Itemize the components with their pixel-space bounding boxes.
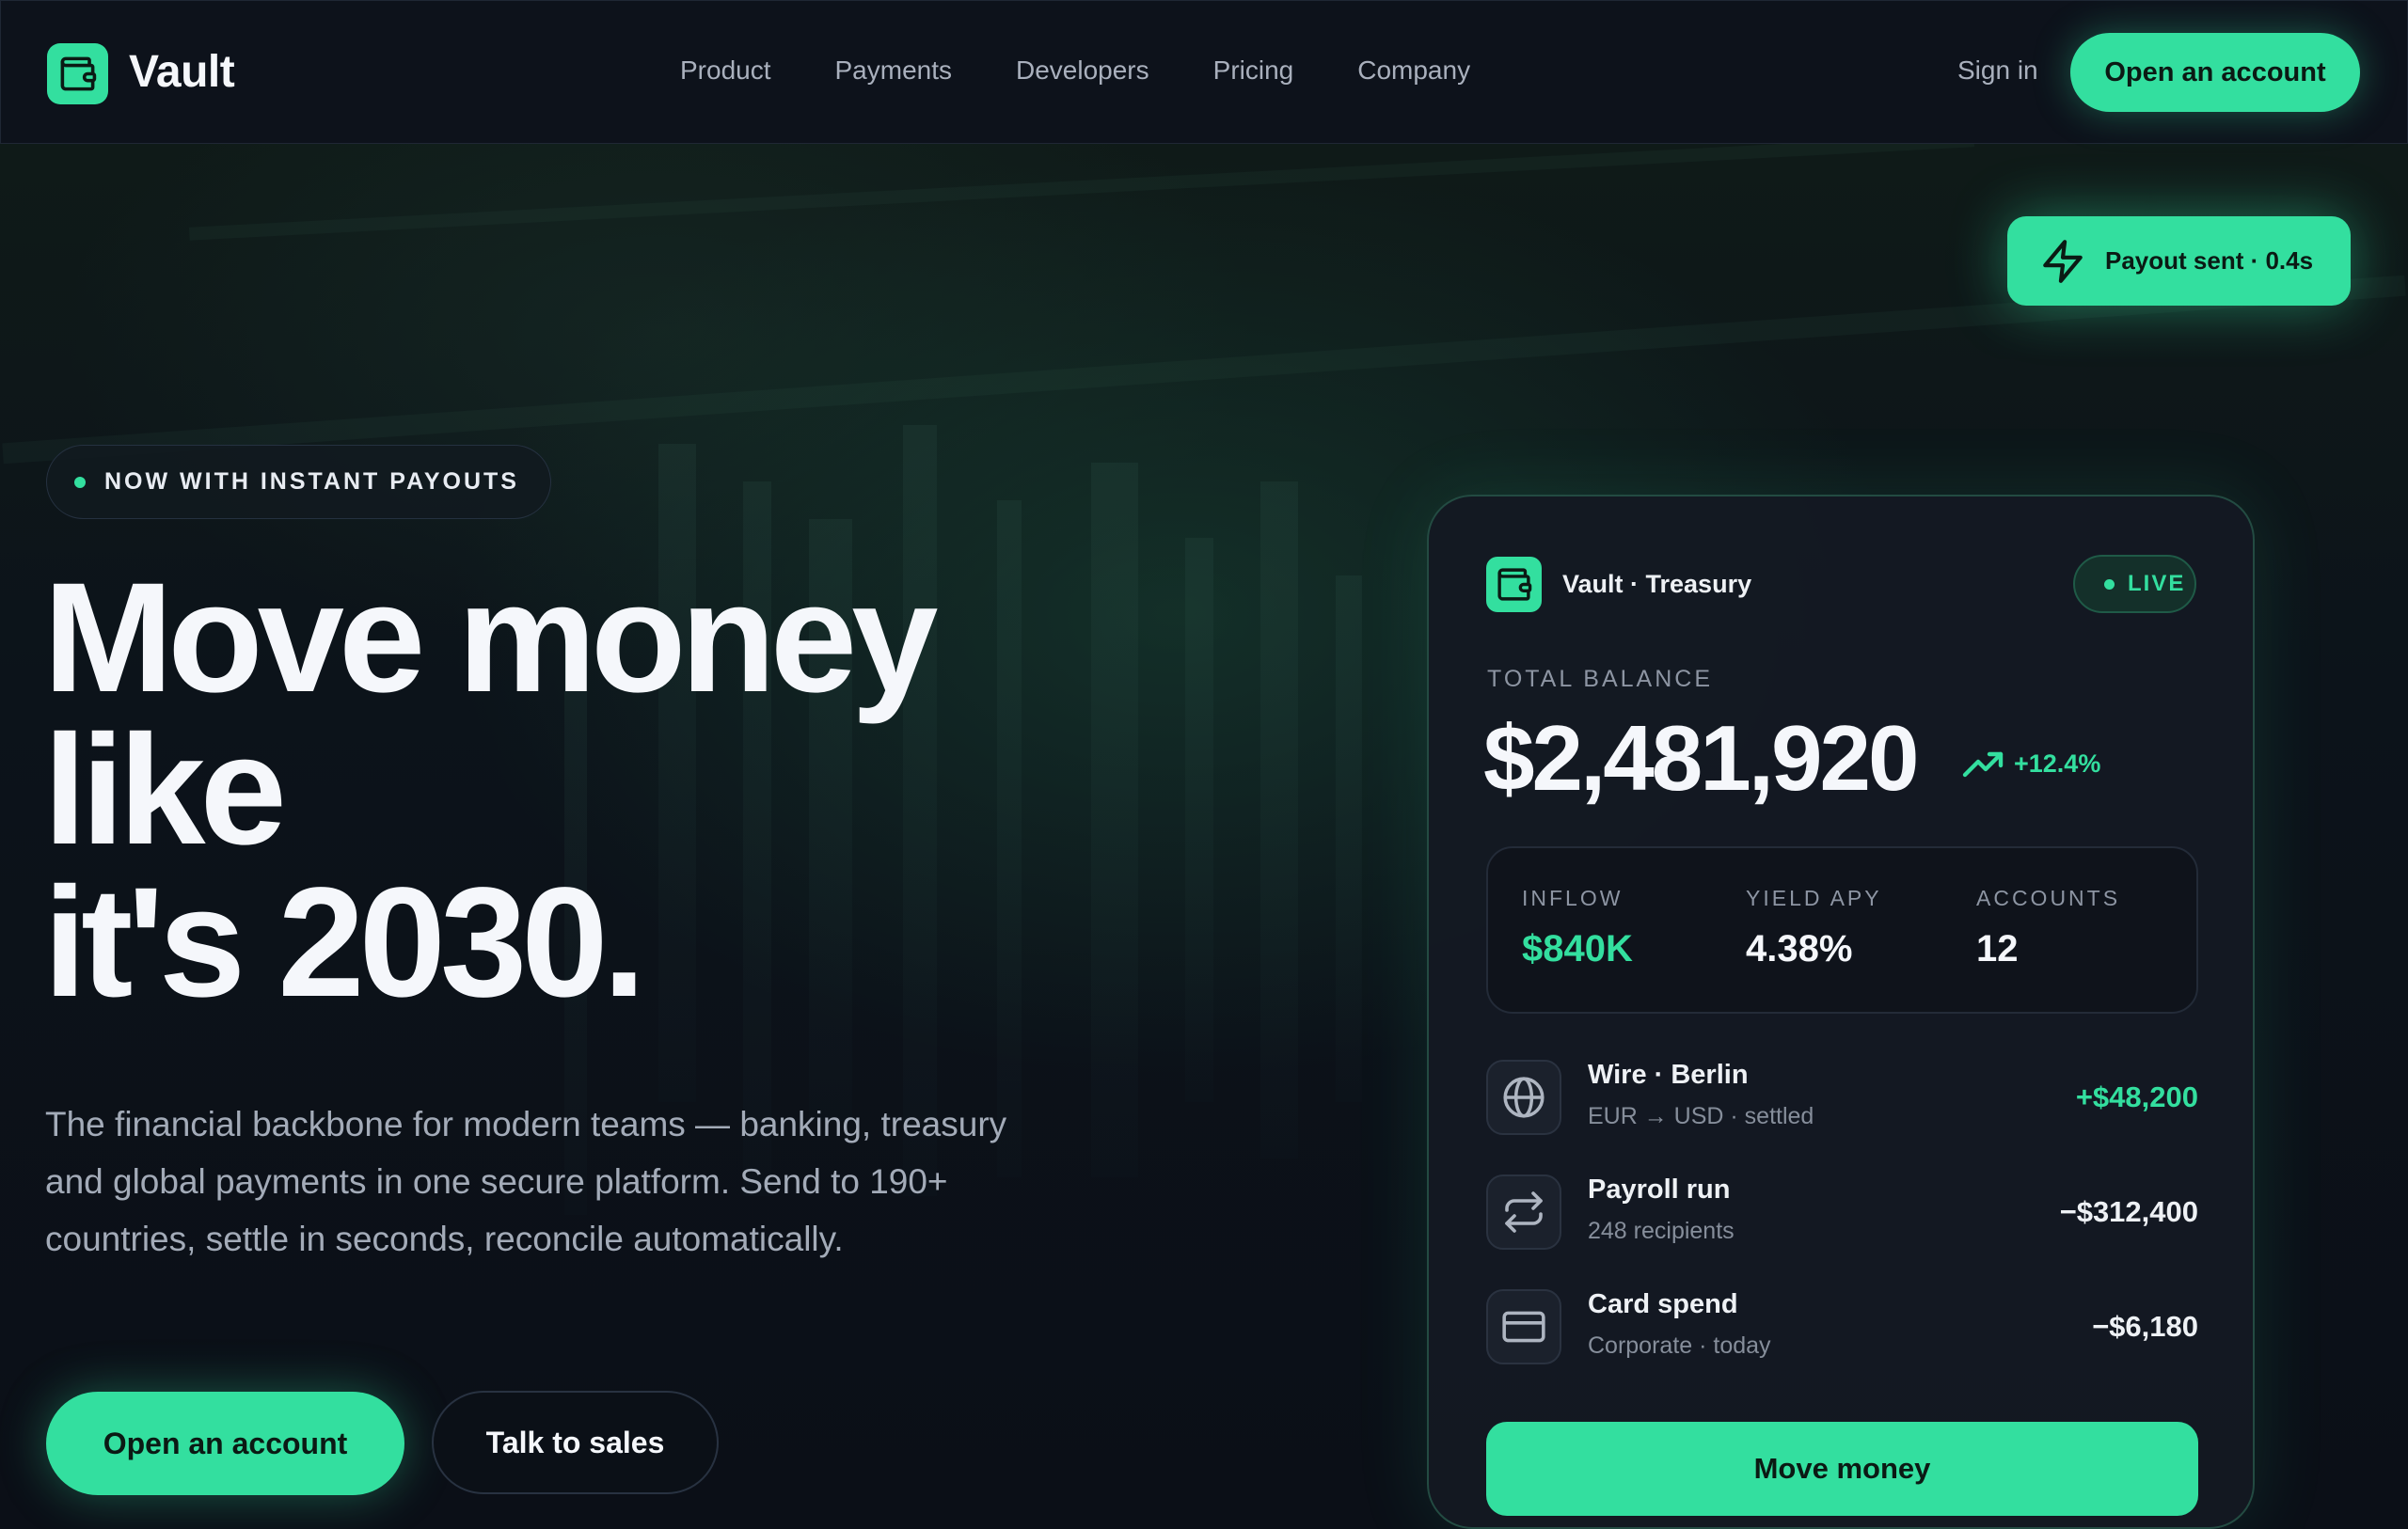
headline-line: Move money <box>43 551 938 725</box>
wallet-logo-icon[interactable] <box>47 43 108 104</box>
transaction-amount: +$48,200 <box>2075 1080 2198 1113</box>
sign-in-link[interactable]: Sign in <box>1957 55 2038 86</box>
stat-label: YIELD APY <box>1746 886 1882 910</box>
stat-yield: YIELD APY 4.38% <box>1746 886 1882 970</box>
card-title: Vault · Treasury <box>1562 570 1752 598</box>
open-account-button[interactable]: Open an account <box>46 1392 404 1495</box>
open-account-nav-button[interactable]: Open an account <box>2070 33 2360 112</box>
talk-to-sales-button[interactable]: Talk to sales <box>432 1391 719 1494</box>
toast-label: Payout sent · 0.4s <box>2105 246 2314 275</box>
nav-link-company[interactable]: Company <box>1357 55 1470 86</box>
headline-line: it's 2030. <box>43 856 646 1030</box>
transaction-meta: Corporate · today <box>1588 1332 1771 1359</box>
transaction-meta: EUR → USD · settled <box>1588 1103 1814 1129</box>
transaction-name: Payroll run <box>1588 1174 1731 1205</box>
stats-panel: INFLOW $840K YIELD APY 4.38% ACCOUNTS 12 <box>1486 846 2198 1014</box>
transaction-amount: −$312,400 <box>2059 1195 2198 1228</box>
transaction-name: Wire · Berlin <box>1588 1060 1749 1090</box>
nav-link-product[interactable]: Product <box>680 55 771 86</box>
brand-name[interactable]: Vault <box>129 46 235 98</box>
live-dot-icon <box>2104 578 2115 590</box>
trending-up-icon <box>1962 751 2004 778</box>
hero-subtitle: The financial backbone for modern teams … <box>45 1105 1007 1258</box>
balance-label: TOTAL BALANCE <box>1487 666 1713 692</box>
stat-label: INFLOW <box>1522 886 1624 910</box>
transaction-meta: 248 recipients <box>1588 1218 1735 1244</box>
stat-label: ACCOUNTS <box>1976 886 2121 910</box>
treasury-card: Vault · Treasury LIVE TOTAL BALANCE $2,4… <box>1427 495 2255 1529</box>
nav-links: Product Payments Developers Pricing Comp… <box>680 55 1470 86</box>
swap-icon <box>1486 1174 1561 1250</box>
nav-link-pricing[interactable]: Pricing <box>1213 55 1294 86</box>
transaction-name: Card spend <box>1588 1289 1738 1319</box>
total-balance: $2,481,920 <box>1483 706 1919 810</box>
stat-value: 12 <box>1976 928 2019 969</box>
bolt-icon <box>2043 239 2083 283</box>
top-nav: Vault Product Payments Developers Pricin… <box>0 0 2408 144</box>
nav-link-developers[interactable]: Developers <box>1016 55 1149 86</box>
hero-headline: Move money like it's 2030. <box>43 551 1172 1030</box>
wallet-icon <box>1486 557 1542 612</box>
stat-inflow: INFLOW $840K <box>1522 886 1633 970</box>
headline-line: like <box>43 703 287 877</box>
live-status-badge: LIVE <box>2073 555 2196 613</box>
stat-value: $840K <box>1522 928 1633 969</box>
globe-icon <box>1486 1060 1561 1135</box>
transaction-row[interactable]: Payroll run 248 recipients −$312,400 <box>1486 1174 2198 1252</box>
transaction-row[interactable]: Wire · Berlin EUR → USD · settled +$48,2… <box>1486 1060 2198 1137</box>
stat-value: 4.38% <box>1746 928 1853 969</box>
announcement-badge[interactable]: NOW WITH INSTANT PAYOUTS <box>46 445 551 519</box>
badge-label: NOW WITH INSTANT PAYOUTS <box>104 468 519 495</box>
nav-link-payments[interactable]: Payments <box>835 55 953 86</box>
change-value: +12.4% <box>2014 749 2101 778</box>
stat-accounts: ACCOUNTS 12 <box>1976 886 2120 970</box>
balance-change: +12.4% <box>1961 747 2100 780</box>
move-money-button[interactable]: Move money <box>1486 1422 2198 1516</box>
transaction-amount: −$6,180 <box>2092 1310 2198 1343</box>
live-label: LIVE <box>2128 571 2186 596</box>
card-icon <box>1486 1289 1561 1364</box>
transaction-row[interactable]: Card spend Corporate · today −$6,180 <box>1486 1289 2198 1366</box>
status-dot-icon <box>74 476 86 488</box>
payout-toast: Payout sent · 0.4s <box>2007 216 2351 306</box>
